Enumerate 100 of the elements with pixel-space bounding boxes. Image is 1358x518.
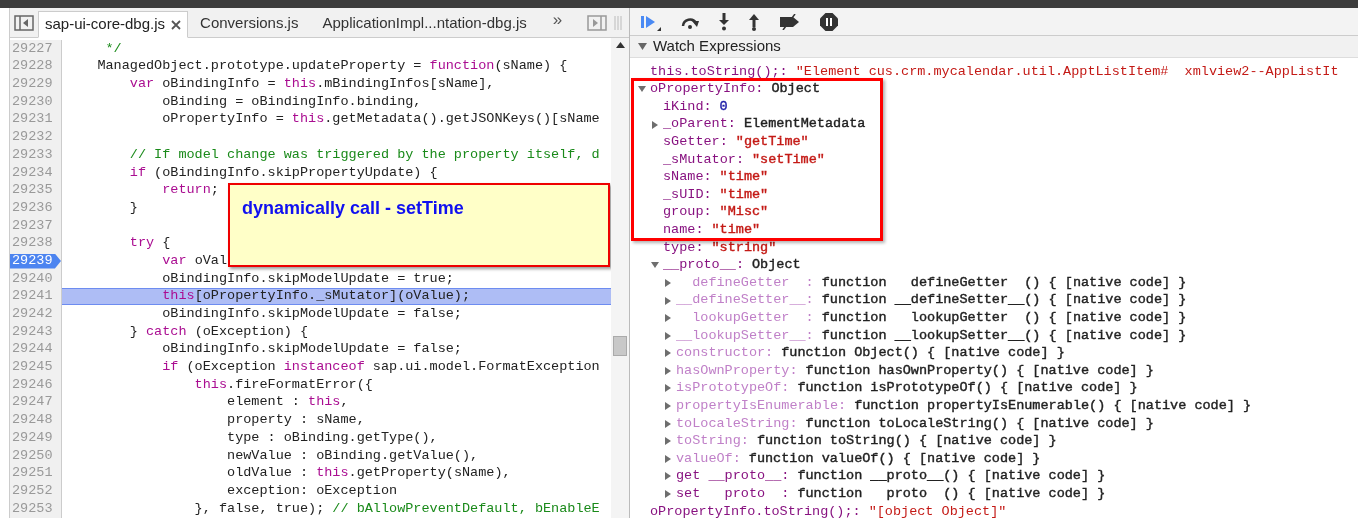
code-line: return;: [161, 181, 219, 200]
code-line: oBinding = oBindingInfo.binding,: [161, 93, 422, 111]
watch-value: "Element cus.crm.mycalendar.util.ApptListItem# xmlview2--AppListIt: [795, 62, 1339, 81]
collapsed-arrow-icon[interactable]: [664, 454, 672, 463]
more-tabs-button[interactable]: »: [552, 6, 563, 32]
property-name: defineGetter :: [691, 273, 814, 292]
collapsed-arrow-icon[interactable]: [664, 402, 672, 411]
collapsed-arrow-icon[interactable]: [664, 384, 672, 393]
collapsed-arrow-icon[interactable]: [664, 437, 672, 446]
expanded-arrow-icon[interactable]: [638, 85, 646, 94]
property-name: constructor:: [676, 344, 774, 363]
scroll-thumb[interactable]: [613, 336, 627, 356]
property-value: "time": [719, 168, 769, 187]
collapsed-arrow-icon[interactable]: [664, 366, 672, 375]
code-line: element : this,: [226, 393, 349, 412]
code-line: oPropertyInfo = this.getMetadata().getJSONKeys()[sName: [161, 110, 600, 129]
property-value: function __proto__() { [native code] }: [797, 467, 1106, 486]
property-name: __defineSetter__:: [676, 291, 814, 310]
code-line: */: [104, 40, 122, 58]
grip-icon[interactable]: [613, 16, 623, 30]
collapsed-arrow-icon[interactable]: [651, 120, 659, 129]
collapsed-arrow-icon[interactable]: [664, 490, 672, 499]
expanded-arrow-icon[interactable]: [651, 261, 659, 270]
code-line: oBindingInfo.skipModelUpdate = false;: [161, 305, 462, 323]
code-line: if (oBindingInfo.skipPropertyUpdate) {: [128, 163, 438, 182]
code-line: var oVal: [161, 252, 228, 270]
property-value: function toLocaleString() { [native code] }: [805, 414, 1154, 433]
property-value: ElementMetadata: [743, 115, 866, 134]
property-value: Object: [752, 256, 801, 275]
code-line: property : sName,: [226, 411, 365, 430]
navigator-toggle-icon[interactable]: [14, 15, 34, 31]
property-name: type:: [663, 238, 704, 257]
property-value: function toString() { [native code] }: [756, 432, 1057, 451]
property-name: set proto :: [676, 484, 790, 503]
code-line: oBindingInfo.skipModelUpdate = false;: [161, 340, 462, 359]
property-name: sGetter:: [663, 133, 728, 152]
annotation-callout: dynamically call - setTime: [228, 183, 610, 267]
collapsed-arrow-icon[interactable]: [664, 278, 672, 287]
property-name: iKind:: [663, 97, 712, 116]
file-tab[interactable]: ApplicationImpl...ntation-dbg.js: [310, 10, 539, 37]
step-out-icon[interactable]: [748, 12, 760, 31]
collapsed-arrow-icon[interactable]: [664, 296, 672, 305]
property-name: get __proto__:: [676, 467, 790, 486]
collapsed-arrow-icon[interactable]: [664, 349, 672, 358]
property-name: valueOf:: [676, 449, 741, 468]
section-header[interactable]: Watch Expressions: [630, 36, 1358, 58]
property-name: lookupGetter :: [691, 309, 814, 327]
property-value: 0: [719, 97, 728, 116]
close-icon[interactable]: [171, 19, 182, 30]
property-value: function isPrototypeOf() { [native code] }: [797, 379, 1138, 398]
code-line: newValue : oBinding.getValue(),: [226, 446, 479, 465]
collapsed-arrow-icon[interactable]: [664, 331, 672, 340]
property-value: function propertyIsEnumerable() { [native code] }: [854, 396, 1252, 415]
debugger-toggle-icon[interactable]: [587, 15, 607, 31]
property-name: name:: [663, 221, 704, 239]
property-value: "setTime": [752, 150, 825, 169]
property-name: sName:: [663, 168, 712, 187]
property-value: Object: [771, 80, 821, 99]
property-value: "time": [719, 185, 769, 204]
property-name: _oParent:: [663, 115, 736, 134]
step-into-icon[interactable]: [718, 12, 730, 31]
property-name: group:: [663, 203, 712, 222]
property-name: _sUID:: [663, 185, 712, 204]
expanded-arrow-icon: [638, 42, 647, 51]
property-value: function hasOwnProperty() { [native code] }: [805, 361, 1154, 380]
code-line: ManagedObject.prototype.updateProperty = function(sName) {: [96, 57, 568, 76]
property-value: function __defineSetter__() { [native code] }: [821, 291, 1187, 310]
collapsed-arrow-icon[interactable]: [664, 419, 672, 428]
property-name: __lookupSetter__:: [676, 326, 814, 345]
pause-icon[interactable]: [820, 12, 838, 31]
property-name: propertyIsEnumerable:: [676, 396, 847, 415]
file-tab[interactable]: Conversions.js: [188, 10, 311, 37]
property-name: oPropertyInfo:: [650, 80, 764, 99]
collapsed-arrow-icon[interactable]: [664, 472, 672, 481]
property-name: hasOwnProperty:: [676, 361, 798, 380]
property-value: function defineGetter () { [native code] }: [821, 273, 1187, 292]
property-value: function valueOf() { [native code] }: [748, 449, 1041, 468]
property-value: function lookupGetter () { [native code] }: [821, 309, 1187, 327]
code-line: }, false, true); // bAllowPreventDefault, bEnableE: [193, 499, 600, 518]
code-line: try {: [128, 234, 171, 253]
property-name: _sMutator:: [663, 150, 744, 169]
property-value: function proto () { [native code] }: [797, 484, 1106, 503]
scrollbar[interactable]: [611, 38, 629, 518]
property-value: "getTime": [735, 133, 809, 152]
property-name: toLocaleString:: [676, 414, 798, 433]
file-tab[interactable]: sap-ui-core-dbg.js: [38, 11, 189, 38]
code-line: // If model change was triggered by the property itself, d: [128, 146, 600, 164]
code-line: oldValue : this.getProperty(sName),: [226, 464, 511, 483]
code-line: this.fireFormatError({: [193, 376, 373, 394]
watch-expression[interactable]: oPropertyInfo.toString();:: [650, 501, 861, 518]
line-number[interactable]: 29239: [10, 253, 61, 269]
code-line: var oBindingInfo = this.mBindingInfos[sName],: [128, 75, 495, 94]
watch-expression[interactable]: this.toString();:: [650, 61, 788, 82]
property-name: __proto__:: [663, 256, 744, 275]
property-value: "time": [711, 221, 761, 239]
code-line: oBindingInfo.skipModelUpdate = true;: [161, 269, 454, 288]
scroll-up-icon[interactable]: [615, 42, 625, 48]
code-line: } catch (oException) {: [128, 323, 309, 341]
code-line: }: [128, 199, 138, 217]
collapsed-arrow-icon[interactable]: [664, 314, 672, 323]
